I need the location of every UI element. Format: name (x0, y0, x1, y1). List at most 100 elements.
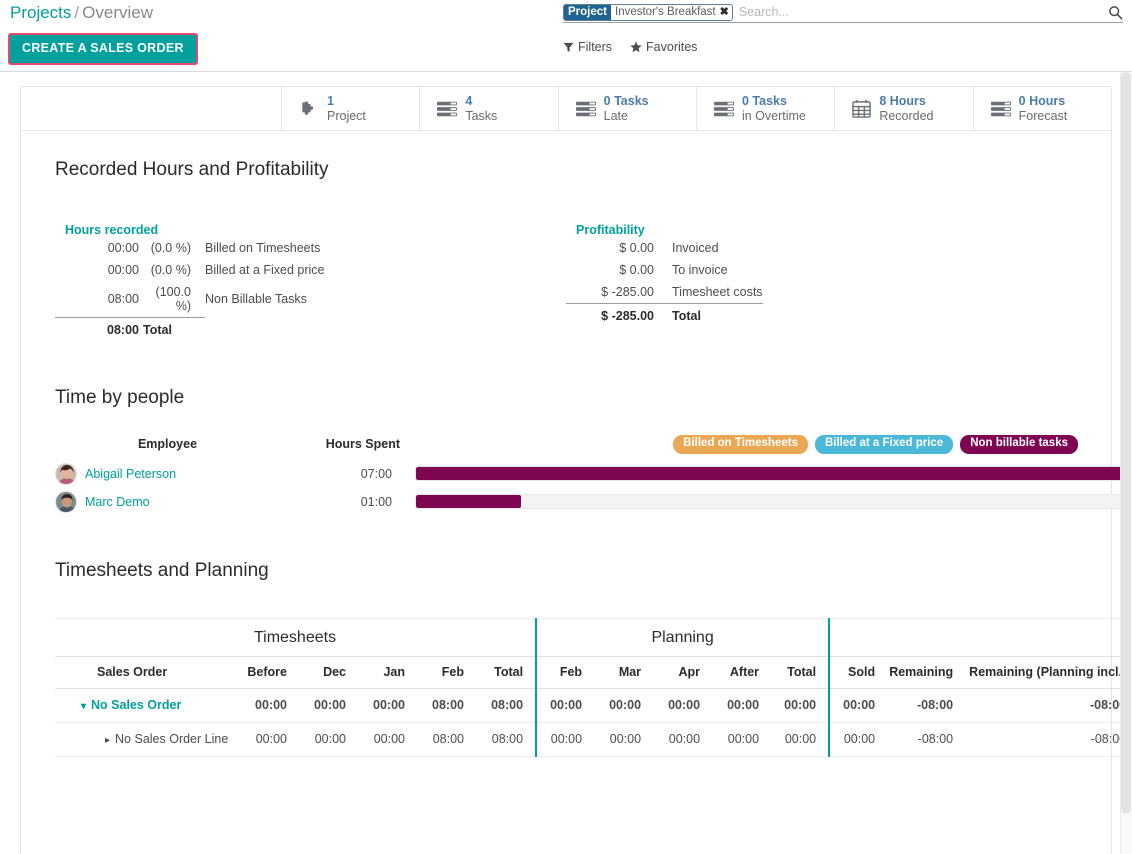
hours-label: Billed on Timesheets (205, 241, 321, 255)
hours-total-value: 08:00 (55, 317, 143, 341)
stat-value-tasks: 4 (465, 94, 473, 109)
stat-button-hours-recorded[interactable]: 8 Hours Recorded (835, 87, 974, 130)
stat-button-tasks-overtime-text: 0 Tasks in Overtime (742, 94, 806, 123)
row-label-no-sales-order[interactable]: ▾ No Sales Order (55, 688, 240, 723)
filters-dropdown[interactable]: Filters (563, 40, 612, 54)
list-icon (437, 101, 458, 117)
stat-button-hours-forecast[interactable]: 0 Hours Forecast (973, 87, 1111, 130)
hours-percent: (100.0 %) (155, 285, 191, 313)
hours-bar-cell (400, 460, 1132, 488)
stat-button-tasks-late[interactable]: 0 Tasks Late (558, 87, 697, 130)
hours-percent: (0.0 %) (150, 241, 191, 255)
hours-bar-cell (400, 488, 1132, 516)
column-header-pl-feb: Feb (535, 656, 595, 689)
table-header-row: Sales Order Before Dec Jan Feb Total Feb… (55, 656, 1132, 689)
row-label-no-sales-order-line[interactable]: ▸ No Sales Order Line (55, 722, 240, 757)
table-row: 08:00 (100.0 %) Non Billable Tasks (55, 281, 325, 318)
column-header-remaining-planning: Remaining (Planning incl.) (965, 656, 1132, 689)
hours-recorded-heading: Hours recorded (65, 223, 159, 237)
stat-button-project-text: 1 Project (327, 94, 366, 123)
column-header-sales-order: Sales Order (55, 656, 240, 689)
star-icon (630, 41, 642, 53)
filters-label: Filters (578, 40, 613, 54)
group-header-timesheets: Timesheets (55, 617, 537, 657)
chevron-down-icon[interactable]: ▾ (81, 701, 86, 712)
content-area: 1 Project 4 Tasks 0 Tasks Late 0 Tasks i… (0, 72, 1132, 854)
search-facet-value: Investor's Breakfast ✖ (611, 4, 732, 20)
stat-button-project[interactable]: 1 Project (282, 87, 421, 130)
stat-label-tasks-late: Late (603, 108, 628, 123)
cell-sold: 00:00 (828, 688, 888, 723)
column-header-hours-spent: Hours Spent (325, 437, 400, 452)
employee-link-marc-demo[interactable]: Marc Demo (85, 495, 150, 509)
hours-recorded-block: Hours recorded 00:00 (0.0 %) Billed on T… (55, 223, 566, 341)
close-icon[interactable]: ✖ (720, 5, 729, 20)
table-row: $ -285.00 Timesheet costs (566, 281, 762, 304)
group-header-planning: Planning (535, 617, 830, 657)
cell-pl-after: 00:00 (712, 688, 772, 723)
hours-percent: (0.0 %) (150, 263, 191, 277)
profit-value: $ 0.00 (619, 263, 654, 277)
cell-pl-feb: 00:00 (535, 688, 595, 723)
stat-value-hours-forecast: 0 Hours (1018, 94, 1066, 109)
column-header-employee: Employee (137, 437, 198, 452)
chevron-right-icon[interactable]: ▸ (105, 735, 110, 746)
vertical-scrollbar[interactable] (1120, 72, 1132, 854)
stat-button-tasks-text: 4 Tasks (465, 94, 497, 123)
column-header-ts-total: Total (476, 656, 537, 689)
table-row-total: $ -285.00 Total (566, 303, 763, 327)
column-header-ts-jan: Jan (358, 656, 417, 689)
table-row: Abigail Peterson 07:00 (55, 460, 1132, 488)
list-icon (713, 101, 734, 117)
breadcrumb-current: Overview (82, 3, 154, 22)
list-icon (990, 101, 1011, 117)
table-row: Marc Demo 01:00 (55, 488, 1132, 516)
cell-pl-feb: 00:00 (535, 722, 595, 757)
stat-label-project: Project (327, 108, 366, 123)
legend-billed-on-timesheets[interactable]: Billed on Timesheets (673, 435, 808, 454)
non-billable-tasks-link[interactable]: Non Billable Tasks (205, 281, 325, 318)
column-header-pl-mar: Mar (594, 656, 654, 689)
hours-value: 00:00 (107, 241, 139, 255)
scrollbar-thumb[interactable] (1121, 72, 1131, 814)
create-sales-order-button[interactable]: CREATE A SALES ORDER (8, 33, 198, 65)
stat-bar-spacer (21, 87, 282, 130)
cell-ts-jan: 00:00 (358, 722, 417, 757)
time-by-people-title: Time by people (55, 387, 185, 408)
search-facet-project[interactable]: Project Investor's Breakfast ✖ (563, 3, 733, 21)
column-header-ts-dec: Dec (299, 656, 358, 689)
stat-button-tasks[interactable]: 4 Tasks (420, 87, 559, 130)
stat-button-tasks-late-text: 0 Tasks Late (604, 94, 649, 123)
table-row[interactable]: ▾ No Sales Order 00:00 00:00 00:00 08:00 … (55, 688, 1132, 723)
progress-bar-abigail-peterson (415, 466, 1132, 481)
search-input[interactable] (732, 4, 1101, 20)
filter-icon (563, 42, 574, 53)
table-row[interactable]: ▸ No Sales Order Line 00:00 00:00 00:00 0… (55, 722, 1132, 757)
cell-remaining-planning: -08:00 (965, 722, 1132, 757)
control-panel: Projects / Overview CREATE A SALES ORDER P… (0, 0, 1132, 72)
legend-billed-at-fixed-price[interactable]: Billed at a Fixed price (814, 435, 954, 454)
search-icon[interactable] (1101, 5, 1123, 20)
hours-spent-cell: 01:00 (360, 494, 392, 509)
employee-link-abigail-peterson[interactable]: Abigail Peterson (85, 467, 176, 481)
column-header-sold: Sold (828, 656, 888, 689)
column-header-pl-apr: Apr (653, 656, 713, 689)
hours-spent-cell: 07:00 (360, 466, 392, 481)
avatar (55, 462, 77, 485)
hours-total-label: Total (143, 317, 205, 341)
hours-total-spacer (205, 318, 325, 342)
breadcrumb-projects-link[interactable]: Projects (10, 3, 71, 22)
cell-ts-total: 08:00 (476, 688, 537, 723)
timesheets-planning-title: Timesheets and Planning (55, 559, 269, 581)
employee-cell: Abigail Peterson (55, 460, 280, 488)
recorded-hours-section: Hours recorded 00:00 (0.0 %) Billed on T… (55, 223, 1077, 341)
table-row-total: 08:00 Total (55, 317, 325, 342)
cell-pl-total: 00:00 (771, 722, 830, 757)
stat-button-tasks-overtime[interactable]: 0 Tasks in Overtime (696, 87, 836, 130)
profitability-heading: Profitability (576, 223, 645, 237)
column-header-ts-feb: Feb (417, 656, 476, 689)
cell-pl-total: 00:00 (771, 688, 830, 723)
favorites-label: Favorites (646, 40, 698, 54)
favorites-dropdown[interactable]: Favorites (630, 40, 697, 54)
legend-non-billable-tasks[interactable]: Non billable tasks (960, 435, 1078, 454)
